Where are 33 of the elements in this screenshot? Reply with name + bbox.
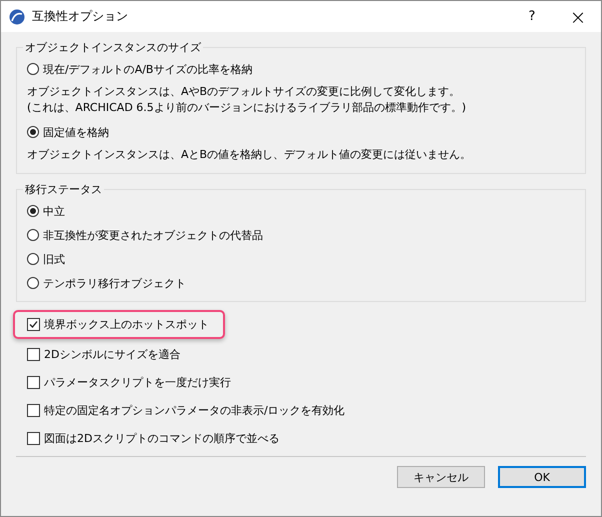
checkbox-option[interactable]: 図面は2Dスクリプトのコマンドの順序で並べる xyxy=(27,430,280,446)
radio-option[interactable]: 非互換性が変更されたオブジェクトの代替品 xyxy=(27,223,585,247)
radio-button[interactable] xyxy=(27,229,39,241)
radio-option[interactable]: 中立 xyxy=(27,199,585,223)
checkbox[interactable] xyxy=(27,348,40,360)
checkbox-option[interactable]: 境界ボックス上のホットスポット xyxy=(27,317,209,332)
checkbox[interactable] xyxy=(27,404,40,416)
help-button[interactable]: ? xyxy=(509,1,555,32)
dialog-button[interactable]: OK xyxy=(498,466,586,488)
description-text: オブジェクトインスタンスは、AやBのデフォルトサイズの変更に比例して変化します。 xyxy=(27,84,462,100)
app-logo-icon xyxy=(9,8,25,24)
radio-button[interactable] xyxy=(27,126,39,138)
close-button[interactable]: × xyxy=(555,1,601,32)
checkbox[interactable] xyxy=(27,432,40,444)
dialog-button[interactable]: キャンセル xyxy=(397,466,485,488)
radio-button[interactable] xyxy=(27,277,39,289)
radio-option[interactable]: 旧式 xyxy=(27,247,585,271)
checkbox-option[interactable]: パラメータスクリプトを一度だけ実行 xyxy=(27,374,231,390)
radio-option[interactable]: 現在/デフォルトのA/Bサイズの比率を格納 xyxy=(27,57,585,81)
checkbox[interactable] xyxy=(27,376,40,388)
radio-button[interactable] xyxy=(27,253,39,265)
group-title: オブジェクトインスタンスのサイズ xyxy=(24,40,202,55)
checkbox[interactable] xyxy=(27,318,40,331)
radio-button[interactable] xyxy=(27,63,39,75)
description-text: オブジェクトインスタンスは、AとBの値を格納し、デフォルト値の変更には従いません。 xyxy=(27,147,472,163)
description-text: (これは、ARCHICAD 6.5より前のバージョンにおけるライブラリ部品の標準動作です。) xyxy=(27,100,468,116)
radio-button[interactable] xyxy=(27,205,39,217)
radio-option[interactable]: テンポラリ移行オブジェクト xyxy=(27,271,585,295)
group-title: 移行ステータス xyxy=(24,182,103,197)
checkbox-option[interactable]: 特定の固定名オプションパラメータの非表示/ロックを有効化 xyxy=(27,402,345,418)
window-title: 互換性オプション xyxy=(32,9,129,24)
checkbox-option[interactable]: 2Dシンボルにサイズを適合 xyxy=(27,346,180,362)
radio-option[interactable]: 固定値を格納 xyxy=(27,120,585,144)
